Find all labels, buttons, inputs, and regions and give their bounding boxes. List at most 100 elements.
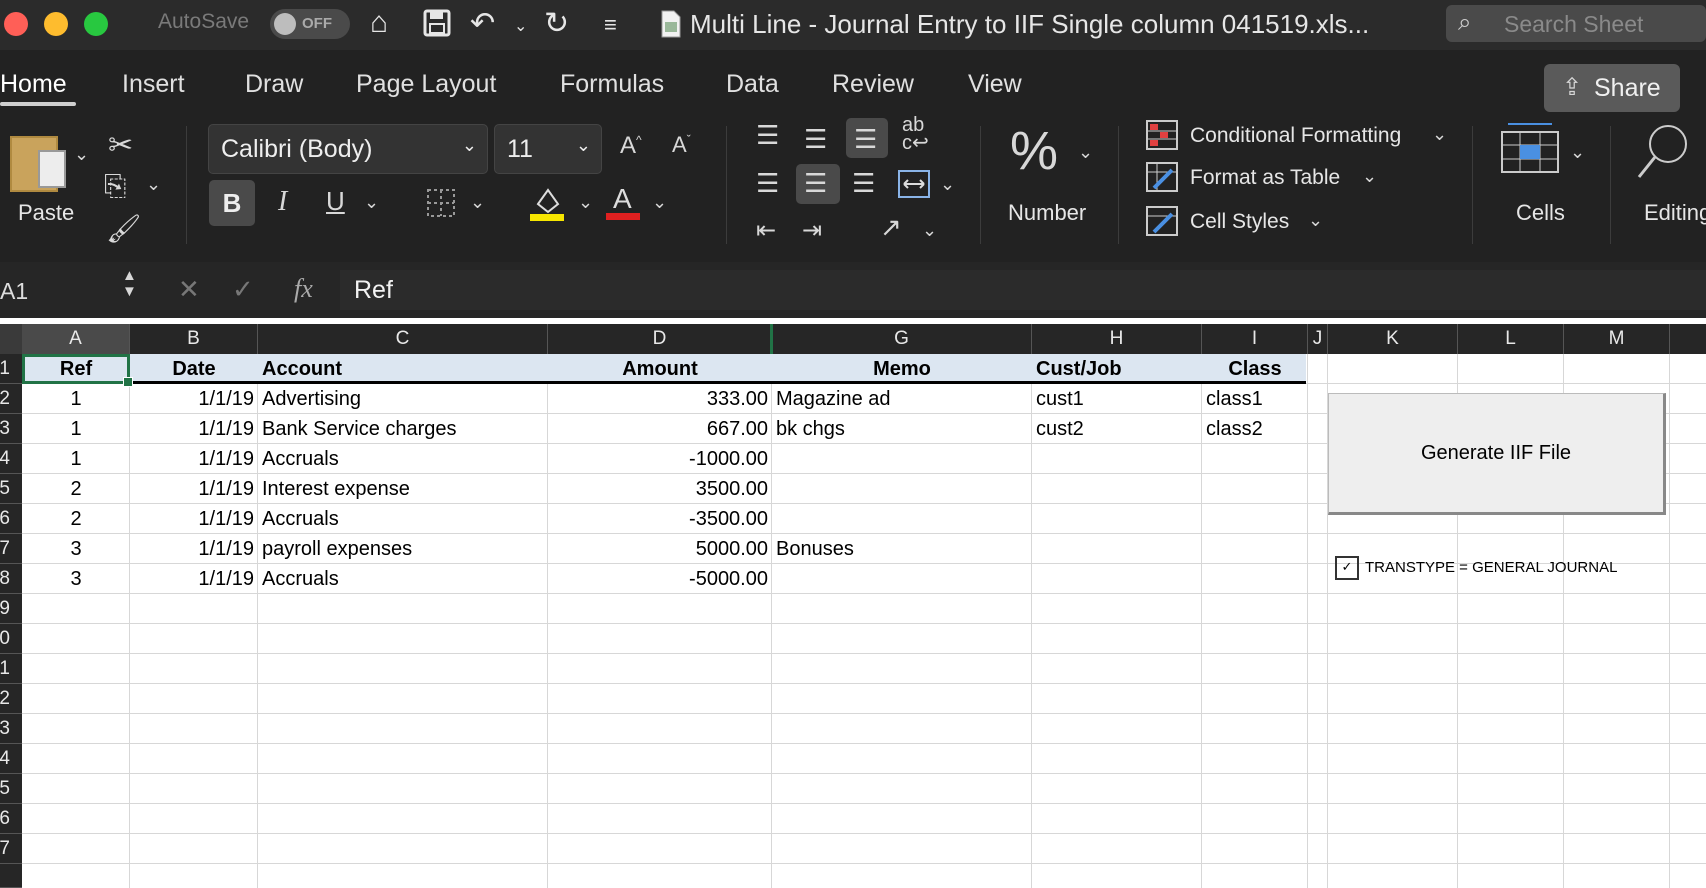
borders-icon[interactable]: [426, 188, 456, 223]
chevron-down-icon[interactable]: ⌄: [470, 192, 485, 213]
header-cell-amount[interactable]: Amount: [548, 354, 772, 384]
row-header[interactable]: 14: [0, 744, 22, 774]
cell-class[interactable]: class1: [1202, 384, 1308, 414]
chevron-down-icon[interactable]: ⌄: [364, 192, 379, 213]
italic-button[interactable]: I: [278, 186, 287, 218]
tab-review[interactable]: Review: [832, 70, 914, 99]
row-header[interactable]: 4: [0, 444, 22, 474]
cell-amount[interactable]: -1000.00: [548, 444, 772, 474]
row-header[interactable]: 1: [0, 354, 22, 384]
chevron-down-icon[interactable]: ⌄: [74, 144, 89, 165]
insert-function-icon[interactable]: fx: [294, 274, 313, 304]
cell-memo[interactable]: [772, 504, 1032, 534]
cell-cust-job[interactable]: [1032, 564, 1202, 594]
row-header[interactable]: 8: [0, 564, 22, 594]
row-header[interactable]: 15: [0, 774, 22, 804]
select-all-corner[interactable]: [0, 324, 22, 354]
chevron-down-icon[interactable]: ⌄: [652, 192, 667, 213]
fill-color-icon[interactable]: [530, 184, 564, 227]
cell-class[interactable]: [1202, 444, 1308, 474]
tab-page-layout[interactable]: Page Layout: [356, 70, 496, 99]
decrease-indent-icon[interactable]: ⇤: [756, 216, 776, 245]
column-header-m[interactable]: M: [1564, 324, 1670, 354]
decrease-font-size-icon[interactable]: Aˇ: [672, 132, 691, 158]
cell-class[interactable]: [1202, 474, 1308, 504]
row-header[interactable]: 9: [0, 594, 22, 624]
cell-class[interactable]: class2: [1202, 414, 1308, 444]
cell-date[interactable]: 1/1/19: [130, 474, 258, 504]
cell-cust-job[interactable]: [1032, 444, 1202, 474]
tab-home[interactable]: Home: [0, 70, 67, 99]
column-header-j[interactable]: J: [1308, 324, 1328, 354]
close-window-button[interactable]: [4, 12, 28, 36]
generate-iif-file-button[interactable]: Generate IIF File: [1328, 393, 1666, 515]
header-cell-account[interactable]: Account: [258, 354, 548, 384]
header-cell-class[interactable]: Class: [1202, 354, 1308, 384]
increase-font-size-icon[interactable]: A^: [620, 132, 642, 160]
tab-insert[interactable]: Insert: [122, 70, 185, 99]
cell-class[interactable]: [1202, 534, 1308, 564]
column-header-k[interactable]: K: [1328, 324, 1458, 354]
cell-amount[interactable]: 667.00: [548, 414, 772, 444]
cell-account[interactable]: Accruals: [258, 444, 548, 474]
search-sheet-field[interactable]: ⌕ Search Sheet: [1446, 5, 1706, 42]
cell-ref[interactable]: 3: [22, 534, 130, 564]
row-header[interactable]: 7: [0, 534, 22, 564]
tab-draw[interactable]: Draw: [245, 70, 303, 99]
wrap-text-icon[interactable]: ab c↩: [902, 115, 929, 153]
row-header[interactable]: [0, 864, 22, 888]
formula-input[interactable]: Ref: [340, 270, 1706, 310]
top-align-icon[interactable]: ☰: [756, 120, 779, 151]
chevron-down-icon[interactable]: ⌄: [514, 16, 527, 36]
underline-button[interactable]: U: [326, 186, 345, 217]
chevron-down-icon[interactable]: ⌄: [146, 174, 161, 195]
cell-cust-job[interactable]: [1032, 504, 1202, 534]
column-header-d[interactable]: D: [548, 324, 772, 354]
active-cell-selection[interactable]: [22, 354, 133, 387]
row-header[interactable]: 5: [0, 474, 22, 504]
minimize-window-button[interactable]: [44, 12, 68, 36]
cell-class[interactable]: [1202, 564, 1308, 594]
row-header[interactable]: 16: [0, 804, 22, 834]
column-header-g[interactable]: G: [772, 324, 1032, 354]
cell-memo[interactable]: Bonuses: [772, 534, 1032, 564]
font-size-select[interactable]: 11 ⌄: [494, 124, 602, 174]
column-header-i[interactable]: I: [1202, 324, 1308, 354]
cell-account[interactable]: Accruals: [258, 564, 548, 594]
cell-ref[interactable]: 1: [22, 444, 130, 474]
tab-data[interactable]: Data: [726, 70, 779, 99]
middle-align-icon[interactable]: ☰: [804, 124, 827, 155]
column-header-h[interactable]: H: [1032, 324, 1202, 354]
cell-account[interactable]: Bank Service charges: [258, 414, 548, 444]
tab-view[interactable]: View: [968, 70, 1022, 99]
row-header[interactable]: 6: [0, 504, 22, 534]
name-box-stepper-icon[interactable]: ▲ ▼: [122, 268, 137, 300]
cut-icon[interactable]: ✂: [108, 128, 133, 163]
cell-ref[interactable]: 2: [22, 474, 130, 504]
cell-amount[interactable]: -3500.00: [548, 504, 772, 534]
cell-cust-job[interactable]: cust1: [1032, 384, 1202, 414]
row-header[interactable]: 3: [0, 414, 22, 444]
merge-center-icon[interactable]: [898, 170, 930, 203]
chevron-down-icon[interactable]: ⌄: [940, 174, 955, 195]
cell-ref[interactable]: 1: [22, 414, 130, 444]
orientation-icon[interactable]: ↗: [880, 212, 902, 243]
cancel-entry-icon[interactable]: ✕: [178, 274, 200, 305]
fill-handle[interactable]: [123, 377, 133, 387]
align-center-button[interactable]: ☰: [796, 164, 840, 204]
share-button[interactable]: ⇪ Share: [1544, 64, 1680, 112]
cell-amount[interactable]: 5000.00: [548, 534, 772, 564]
transtype-checkbox[interactable]: ✓ TRANSTYPE = GENERAL JOURNAL: [1335, 556, 1617, 580]
cell-account[interactable]: Interest expense: [258, 474, 548, 504]
cell-memo[interactable]: bk chgs: [772, 414, 1032, 444]
column-header-next[interactable]: [1670, 324, 1706, 354]
align-left-icon[interactable]: ☰: [756, 168, 779, 199]
bottom-align-button[interactable]: ☰: [846, 118, 888, 158]
cell-memo[interactable]: Magazine ad: [772, 384, 1032, 414]
header-cell-date[interactable]: Date: [130, 354, 258, 384]
save-icon[interactable]: [422, 8, 452, 45]
header-cell-memo[interactable]: Memo: [772, 354, 1032, 384]
row-header[interactable]: 2: [0, 384, 22, 414]
column-header-a[interactable]: A: [22, 324, 130, 354]
cell-memo[interactable]: [772, 444, 1032, 474]
